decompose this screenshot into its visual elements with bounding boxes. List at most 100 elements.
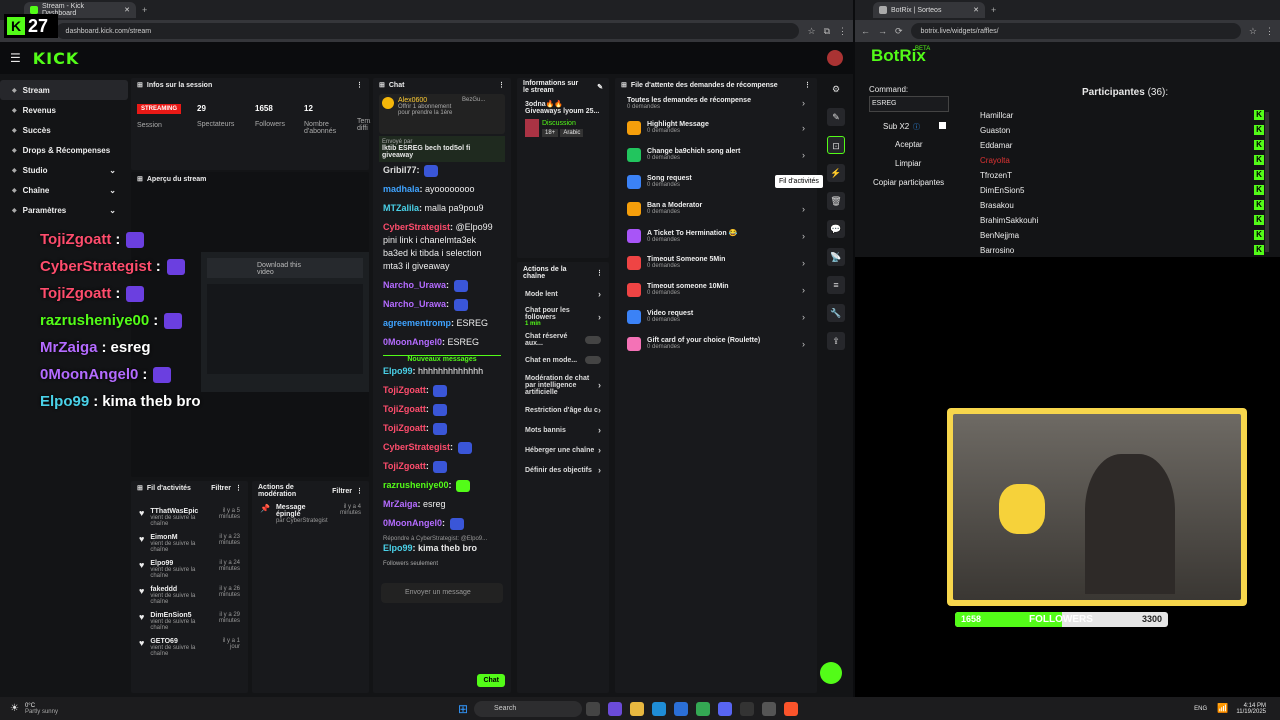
channel-action-item[interactable]: Mots bannis › (517, 420, 609, 440)
more-icon[interactable]: ⋮ (356, 487, 363, 495)
new-messages-divider[interactable]: Nouveaux messages (383, 355, 501, 363)
broadcast-icon[interactable]: 📡 (827, 248, 845, 266)
sidebar-item[interactable]: ◆ Chaîne ⌄ (0, 180, 128, 200)
activity-bolt-icon[interactable]: ⚡ (827, 164, 845, 182)
new-tab-icon[interactable]: + (991, 5, 996, 15)
sidebar-item[interactable]: ◆ Studio ⌄ (0, 160, 128, 180)
layout-icon[interactable]: ⊡ (827, 136, 845, 154)
more-icon[interactable]: ⋮ (235, 484, 242, 492)
chat-username[interactable]: Elpo99 (383, 366, 413, 376)
participant-row[interactable]: Barrosino K (972, 243, 1272, 255)
taskbar-search[interactable]: Search (474, 700, 583, 717)
wrench-icon[interactable]: 🔧 (827, 304, 845, 322)
reward-item[interactable]: Timeout Someone 5Min 0 demandes › (615, 249, 817, 276)
chat-username[interactable]: TojiZgoatt (383, 385, 426, 395)
chat-username[interactable]: MrZaiga (383, 499, 418, 509)
category-label[interactable]: Discussion (542, 120, 583, 127)
menu-icon[interactable]: ⋮ (1265, 26, 1274, 37)
chat-username[interactable]: Elpo99 (383, 543, 413, 553)
taskview-icon[interactable] (586, 701, 601, 716)
channel-action-item[interactable]: Chat pour les followers 1 min › (517, 304, 609, 330)
hamburger-icon[interactable]: ☰ (10, 51, 21, 65)
close-icon[interactable]: ✕ (124, 6, 130, 14)
more-icon[interactable]: ⋮ (498, 81, 505, 89)
chat-username[interactable]: MTZalila (383, 203, 419, 213)
discord-icon[interactable] (718, 701, 733, 716)
command-input[interactable]: ESREG (869, 96, 949, 112)
sidebar-item[interactable]: ◆ Revenus (0, 100, 128, 120)
channel-action-item[interactable]: Modération de chat par intelligence arti… (517, 370, 609, 400)
chat-username[interactable]: CyberStrategist (383, 442, 450, 452)
mod-filter-button[interactable]: Filtrer (332, 488, 352, 495)
mail-icon[interactable] (674, 701, 689, 716)
scrollbar[interactable] (1265, 112, 1269, 252)
forward-icon[interactable]: → (878, 26, 887, 36)
sub-x2-checkbox[interactable] (939, 122, 946, 129)
trash-icon[interactable]: 🗑 (827, 192, 845, 210)
url-field-2[interactable]: botrix.live/widgets/raffles/ (910, 23, 1241, 39)
reward-item[interactable]: Ban a Moderator 0 demandes › (615, 195, 817, 222)
folder-icon[interactable] (630, 701, 645, 716)
chat-username[interactable]: TojiZgoatt (383, 461, 426, 471)
all-rewards-row[interactable]: Toutes les demandes de récompense 0 deman… (615, 92, 817, 114)
reward-item[interactable]: Gift card of your choice (Roulette) 0 dem… (615, 330, 817, 357)
settings-icon[interactable]: ⚙ (827, 80, 845, 98)
extensions-icon[interactable]: ⧉ (824, 26, 830, 37)
follower-name[interactable]: fakeddd (150, 586, 211, 593)
more-icon[interactable]: ⋮ (804, 81, 811, 89)
participant-row[interactable]: TfrozenT K (972, 168, 1272, 183)
toggle-switch[interactable] (585, 356, 601, 364)
edge-icon[interactable] (652, 701, 667, 716)
chat-input[interactable]: Envoyer un message (381, 583, 503, 603)
chat-username[interactable]: Gribil77 (383, 165, 417, 175)
language-indicator[interactable]: ENG (1194, 706, 1207, 712)
participant-row[interactable]: BrahimSakkouhi K (972, 213, 1272, 228)
list-icon[interactable]: ≡ (827, 276, 845, 294)
reward-item[interactable]: Highlight Message 0 demandes › (615, 114, 817, 141)
chat-bubble-icon[interactable]: 💬 (827, 220, 845, 238)
chat-username[interactable]: TojiZgoatt (383, 423, 426, 433)
menu-icon[interactable]: ⋮ (838, 26, 847, 37)
more-icon[interactable]: ⋮ (356, 81, 363, 89)
toggle-switch[interactable] (585, 336, 601, 344)
chat-username[interactable]: 0MoonAngel0 (383, 337, 442, 347)
follower-name[interactable]: Elpo99 (150, 560, 211, 567)
app-icon[interactable] (608, 701, 623, 716)
star-icon[interactable]: ☆ (807, 26, 815, 37)
channel-action-item[interactable]: Définir des objectifs › (517, 460, 609, 480)
participant-row[interactable]: Brasakou K (972, 198, 1272, 213)
chat-send-button[interactable]: Chat (477, 674, 505, 687)
brave-icon[interactable] (784, 701, 799, 716)
reward-item[interactable]: A Ticket To Hermination 😂 0 demandes › (615, 222, 817, 249)
follower-name[interactable]: TThatWasEpic (150, 508, 211, 515)
reward-item[interactable]: Change ba9chich song alert 0 demandes › (615, 141, 817, 168)
participant-row[interactable]: Guaston K (972, 123, 1272, 138)
channel-action-item[interactable]: Mode lent › (517, 284, 609, 304)
reward-item[interactable]: Timeout someone 10Min 0 demandes › (615, 276, 817, 303)
edit-icon[interactable]: ✎ (597, 83, 603, 91)
wifi-icon[interactable]: 📶 (1217, 703, 1228, 714)
chat-username[interactable]: razrusheniye00 (383, 480, 449, 490)
channel-action-item[interactable]: Chat en mode... (517, 350, 609, 370)
star-icon[interactable]: ☆ (1249, 26, 1257, 37)
participant-row[interactable]: Eddamar K (972, 138, 1272, 153)
kick-logo[interactable]: KICK (33, 49, 80, 68)
sidebar-item[interactable]: ◆ Succès (0, 120, 128, 140)
participant-row[interactable]: Crayolta K (972, 153, 1272, 168)
windows-start-icon[interactable]: ⊞ (458, 702, 468, 716)
activity-filter-button[interactable]: Filtrer (211, 485, 231, 492)
close-icon[interactable]: ✕ (973, 6, 979, 14)
back-icon[interactable]: ← (861, 26, 870, 36)
participant-row[interactable]: Hamillcar K (972, 108, 1272, 123)
sidebar-item[interactable]: ◆ Stream (0, 80, 128, 100)
chat-username[interactable]: madhala (383, 184, 420, 194)
chat-username[interactable]: TojiZgoatt (383, 404, 426, 414)
share-icon[interactable]: ⇪ (827, 332, 845, 350)
sidebar-item[interactable]: ◆ Drops & Récompenses (0, 140, 128, 160)
obs-icon[interactable] (762, 701, 777, 716)
more-icon[interactable]: ⋮ (596, 269, 603, 277)
sidebar-item[interactable]: ◆ Paramètres ⌄ (0, 200, 128, 220)
reload-icon[interactable]: ⟳ (895, 26, 903, 37)
tab-botrix[interactable]: BotRix | Sorteos ✕ (873, 2, 985, 18)
reward-item[interactable]: Video request 0 demandes › (615, 303, 817, 330)
